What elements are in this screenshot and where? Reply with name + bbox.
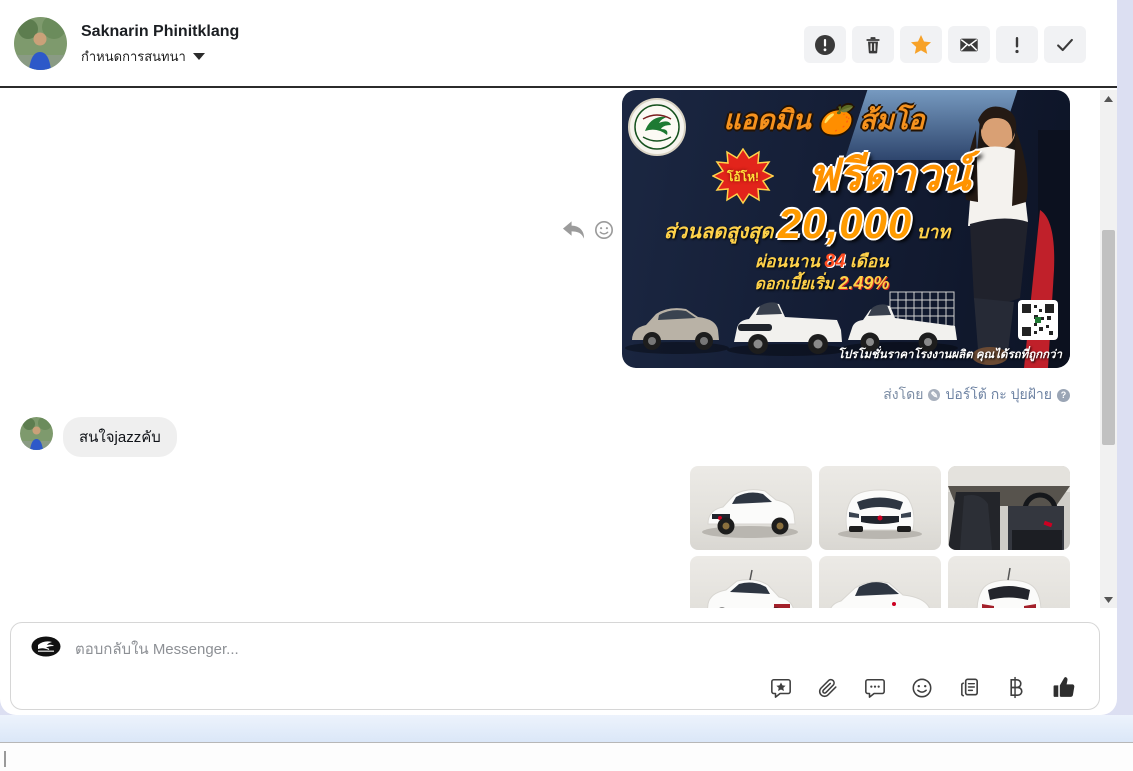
avatar-photo (14, 17, 67, 70)
ad-dealer-logo (628, 98, 686, 156)
photo-grid-message (690, 466, 1070, 608)
help-badge-icon[interactable]: ? (1057, 388, 1070, 402)
baht-payment-icon[interactable] (1006, 676, 1026, 699)
ad-caption: โปรโมชั่นราคาโรงงานผลิต คุณได้รถที่ถูกกว… (837, 349, 1062, 361)
reply-input[interactable]: ตอบกลับใน Messenger... (75, 637, 239, 661)
contact-name: Saknarin Phinitklang (81, 23, 240, 40)
pencil-badge-icon: ✎ (928, 389, 941, 401)
contact-avatar[interactable] (14, 17, 67, 70)
ad-installment-line: ผ่อนนาน 84 เดือน (755, 251, 889, 272)
footer-area (0, 743, 1133, 771)
photo-car-rear[interactable] (948, 556, 1070, 608)
comment-bubble-icon[interactable] (864, 677, 886, 699)
spam-button[interactable] (996, 26, 1038, 63)
sender-avatar (20, 417, 53, 450)
mail-icon (960, 38, 978, 51)
check-icon (1057, 38, 1073, 51)
mark-done-button[interactable] (1044, 26, 1086, 63)
reply-icon[interactable] (562, 220, 585, 240)
scroll-down-arrow[interactable] (1100, 591, 1117, 608)
chevron-down-icon (192, 53, 205, 60)
reply-composer[interactable]: ตอบกลับใน Messenger... (10, 622, 1100, 710)
page-logo-avatar (31, 636, 61, 657)
advert-image-message[interactable]: แอดมิน 🍊 ส้มโอ โอ้โห! ฟรีดาวน์ ส่วนลดสูง… (622, 90, 1070, 368)
sent-by-line: ส่งโดย ✎ ปอร์โต้ กะ ปุยฝ้าย ? (883, 384, 1070, 406)
message-hover-actions (562, 220, 614, 240)
composer-toolbar (770, 675, 1077, 700)
footer-band (0, 715, 1133, 742)
sent-by-label: ส่งโดย (883, 386, 924, 402)
orange-emoji: 🍊 (818, 105, 853, 135)
attachment-icon[interactable] (817, 677, 839, 699)
sender-agent-name[interactable]: ปอร์โต้ กะ ปุยฝ้าย (945, 384, 1052, 406)
ad-qr-code (1018, 300, 1058, 340)
ad-car-lineup (622, 278, 962, 356)
exclamation-icon (1015, 36, 1019, 53)
emoji-icon[interactable] (911, 677, 933, 699)
ad-burst-text: โอ้โห! (726, 170, 759, 184)
text-caret (4, 751, 6, 767)
star-button[interactable] (900, 26, 942, 63)
emoji-react-icon[interactable] (594, 220, 614, 240)
chat-window: Saknarin Phinitklang กำหนดการสนทนา แอดมิ… (0, 0, 1117, 715)
conversation-label: กำหนดการสนทนา (81, 49, 186, 64)
conversation-label-dropdown[interactable]: กำหนดการสนทนา (81, 46, 205, 67)
ad-burst-badge: โอ้โห! (711, 147, 775, 206)
message-list: แอดมิน 🍊 ส้มโอ โอ้โห! ฟรีดาวน์ ส่วนลดสูง… (0, 90, 1100, 608)
templates-icon[interactable] (958, 676, 981, 699)
photo-car-front-quarter[interactable] (690, 466, 812, 550)
report-circle-icon (815, 34, 835, 55)
photo-car-side[interactable] (819, 556, 941, 608)
saved-replies-icon[interactable] (770, 677, 792, 699)
scrollbar-thumb[interactable] (1102, 230, 1115, 445)
photo-car-interior[interactable] (948, 466, 1070, 550)
report-button[interactable] (804, 26, 846, 63)
conversation-header: Saknarin Phinitklang กำหนดการสนทนา (0, 0, 1117, 88)
scroll-up-arrow[interactable] (1100, 90, 1117, 107)
photo-car-front[interactable] (819, 466, 941, 550)
delete-button[interactable] (852, 26, 894, 63)
star-icon (911, 34, 931, 54)
incoming-message-row: สนใจjazzคับ (20, 417, 177, 457)
trash-icon (866, 36, 880, 53)
header-action-bar (804, 26, 1086, 63)
mark-unread-button[interactable] (948, 26, 990, 63)
like-thumb-icon[interactable] (1051, 675, 1077, 700)
ad-admin-line: แอดมิน 🍊 ส้มโอ (723, 105, 925, 135)
chat-scrollbar[interactable] (1100, 90, 1117, 608)
message-bubble: สนใจjazzคับ (63, 417, 177, 457)
photo-car-rear-quarter[interactable] (690, 556, 812, 608)
ad-discount-line: ส่วนลดสูงสุด 20,000 บาท (663, 200, 951, 247)
